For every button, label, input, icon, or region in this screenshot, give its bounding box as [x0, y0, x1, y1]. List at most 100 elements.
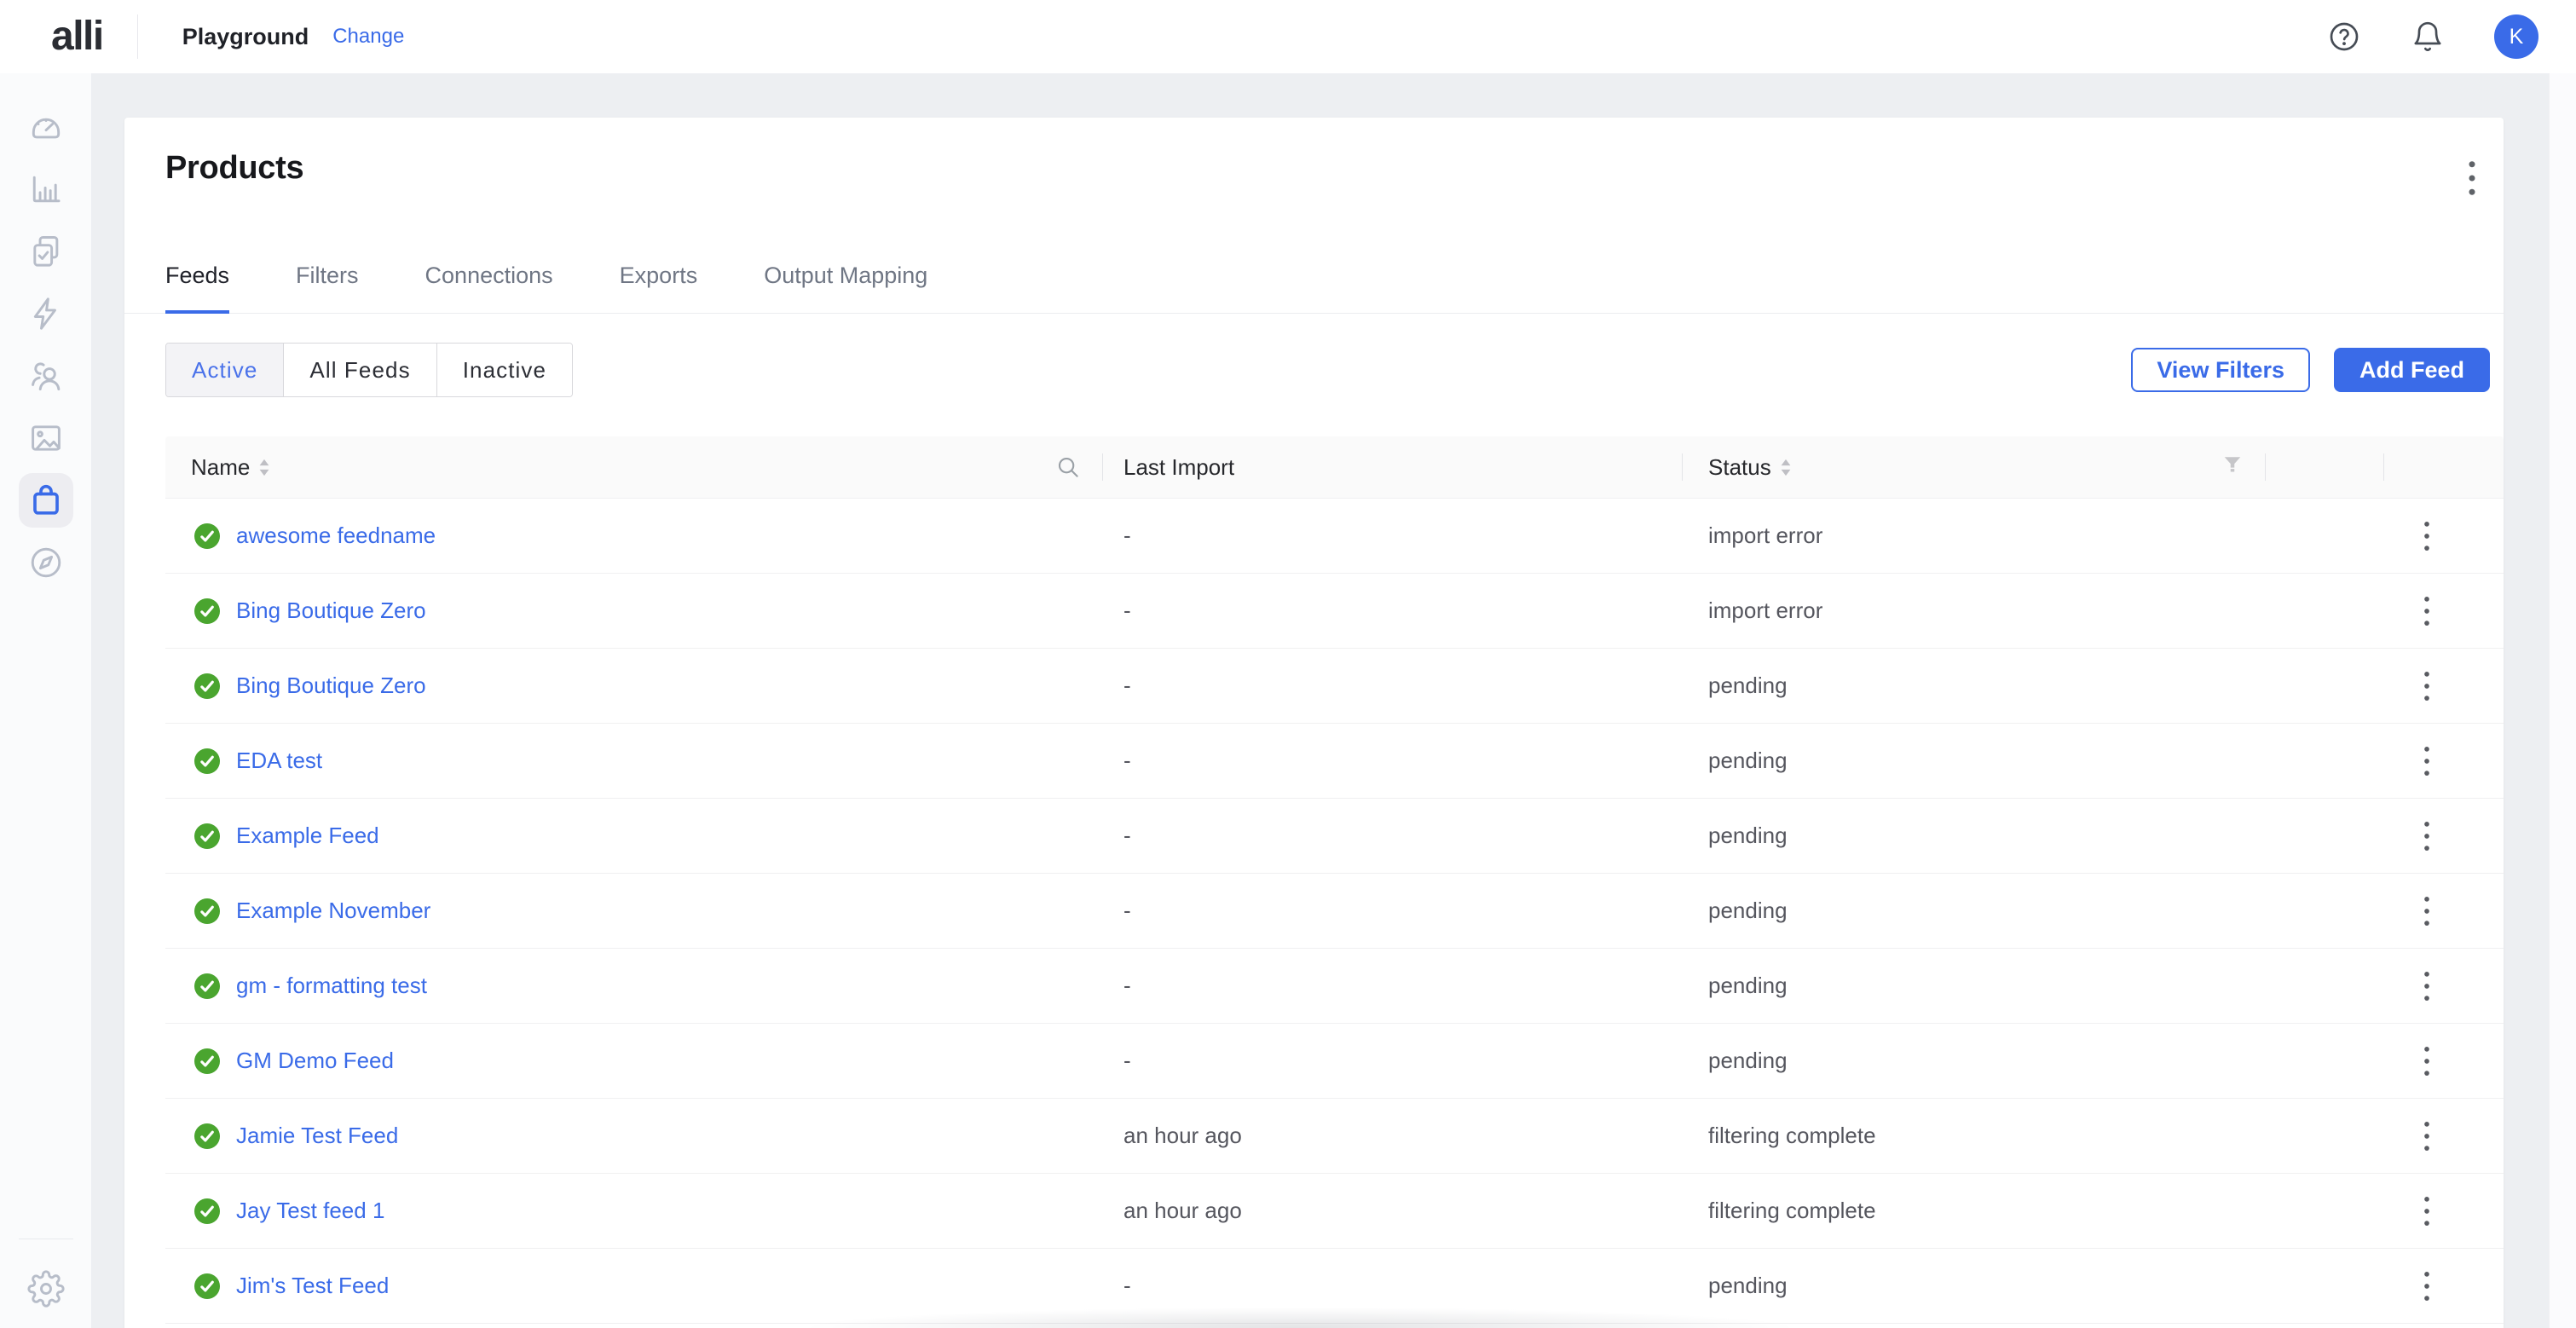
row-menu-kebab-icon[interactable]: [2409, 737, 2445, 785]
scope-active-button[interactable]: Active: [166, 344, 283, 396]
feed-last-import: -: [1103, 973, 1683, 999]
row-menu-kebab-icon[interactable]: [2409, 962, 2445, 1010]
feed-status-check-icon: [192, 821, 222, 852]
feed-name-link[interactable]: Jay Test feed 1: [236, 1198, 384, 1224]
sidebar-item-settings[interactable]: [20, 1263, 72, 1314]
feed-scope-segmented: Active All Feeds Inactive: [165, 343, 573, 397]
dashboard-gauge-icon: [27, 108, 65, 146]
page-menu-kebab-icon[interactable]: [2454, 150, 2490, 206]
name-column-label: Name: [191, 454, 250, 481]
sidebar-item-insights[interactable]: [14, 531, 77, 593]
row-menu-kebab-icon[interactable]: [2409, 887, 2445, 935]
status-filter-funnel-icon[interactable]: [2220, 452, 2245, 483]
table-row[interactable]: awesome feedname - import error: [165, 499, 2504, 574]
row-menu-kebab-icon[interactable]: [2409, 512, 2445, 560]
row-menu-kebab-icon[interactable]: [2409, 1037, 2445, 1085]
products-card: Products Feeds Filters Connections Expor…: [124, 118, 2504, 1328]
feed-status: filtering complete: [1683, 1123, 2266, 1149]
products-bag-icon: [27, 482, 65, 519]
feed-last-import: -: [1103, 1273, 1683, 1299]
last-import-column-label: Last Import: [1123, 454, 1234, 481]
feed-name-link[interactable]: Bing Boutique Zero: [236, 598, 426, 624]
scrollbar[interactable]: [2549, 73, 2576, 1328]
feed-status: import error: [1683, 523, 2266, 549]
status-column-label: Status: [1708, 454, 1771, 481]
table-row[interactable]: EDA test - pending: [165, 724, 2504, 799]
table-row[interactable]: Jamie Test Feed an hour ago filtering co…: [165, 1099, 2504, 1174]
row-menu-kebab-icon[interactable]: [2409, 1112, 2445, 1160]
sidebar-item-dashboard[interactable]: [14, 95, 77, 158]
tab-filters[interactable]: Filters: [296, 263, 359, 314]
feed-last-import: -: [1103, 598, 1683, 624]
row-menu-kebab-icon[interactable]: [2409, 587, 2445, 635]
tab-output-mapping[interactable]: Output Mapping: [764, 263, 927, 314]
feed-last-import: -: [1103, 523, 1683, 549]
feed-status: pending: [1683, 973, 2266, 999]
feed-name-link[interactable]: Example Feed: [236, 823, 379, 849]
user-avatar[interactable]: K: [2494, 14, 2538, 59]
feed-status-check-icon: [192, 1046, 222, 1077]
table-row[interactable]: Bing Boutique Zero - pending: [165, 649, 2504, 724]
tab-connections[interactable]: Connections: [425, 263, 553, 314]
feed-status: pending: [1683, 898, 2266, 924]
feed-name-link[interactable]: GM Demo Feed: [236, 1048, 394, 1074]
column-header-last-import: Last Import: [1103, 436, 1683, 498]
sidebar-item-analytics[interactable]: [14, 158, 77, 220]
feed-name-link[interactable]: Jim's Test Feed: [236, 1273, 389, 1299]
table-row[interactable]: Jim's Test Feed - pending: [165, 1249, 2504, 1324]
feed-name-link[interactable]: EDA test: [236, 748, 322, 774]
table-row[interactable]: Jay Test feed 1 an hour ago filtering co…: [165, 1174, 2504, 1249]
feed-name-link[interactable]: Example November: [236, 898, 430, 924]
sidebar-item-creative[interactable]: [14, 407, 77, 469]
row-menu-kebab-icon[interactable]: [2409, 1262, 2445, 1310]
sidebar-item-audiences[interactable]: [14, 344, 77, 407]
scope-inactive-button[interactable]: Inactive: [436, 344, 572, 396]
change-workspace-link[interactable]: Change: [332, 25, 404, 49]
feed-last-import: -: [1103, 748, 1683, 774]
column-header-status[interactable]: Status: [1683, 436, 2266, 498]
name-search-icon[interactable]: [1055, 454, 1081, 480]
view-filters-button[interactable]: View Filters: [2131, 348, 2310, 392]
feed-last-import: -: [1103, 823, 1683, 849]
alli-logo[interactable]: alli: [51, 16, 103, 57]
topbar-divider: [137, 14, 138, 59]
feed-last-import: an hour ago: [1103, 1198, 1683, 1224]
feed-status-check-icon: [192, 896, 222, 927]
feed-status: import error: [1683, 598, 2266, 624]
audiences-users-icon: [27, 357, 65, 395]
sidebar-item-automation[interactable]: [14, 282, 77, 344]
feeds-table-header: Name Last Import: [165, 436, 2504, 499]
scope-all-feeds-button[interactable]: All Feeds: [283, 344, 436, 396]
table-row[interactable]: gm - formatting test - pending: [165, 949, 2504, 1024]
feed-status-check-icon: [192, 746, 222, 777]
row-menu-kebab-icon[interactable]: [2409, 662, 2445, 710]
sidebar-item-products[interactable]: [14, 469, 77, 531]
help-icon[interactable]: [2327, 20, 2361, 54]
feed-last-import: -: [1103, 898, 1683, 924]
notifications-bell-icon[interactable]: [2411, 20, 2445, 54]
feed-last-import: -: [1103, 1048, 1683, 1074]
sort-carets-icon: [1780, 459, 1792, 476]
tab-exports[interactable]: Exports: [620, 263, 698, 314]
feeds-table: Name Last Import: [165, 436, 2504, 1328]
feed-status: filtering complete: [1683, 1198, 2266, 1224]
table-row[interactable]: Example Feed - pending: [165, 799, 2504, 874]
column-header-name[interactable]: Name: [165, 436, 1103, 498]
tab-feeds[interactable]: Feeds: [165, 263, 229, 314]
table-row[interactable]: GM Demo Feed - pending: [165, 1024, 2504, 1099]
table-row[interactable]: Example November - pending: [165, 874, 2504, 949]
table-row[interactable]: Bing Boutique Zero - import error: [165, 574, 2504, 649]
feed-name-link[interactable]: awesome feedname: [236, 523, 436, 549]
creative-image-icon: [27, 419, 65, 457]
feed-name-link[interactable]: Bing Boutique Zero: [236, 673, 426, 699]
feeds-table-body: awesome feedname - import error Bing Bou…: [165, 499, 2504, 1328]
sidebar-item-tasks[interactable]: [14, 220, 77, 282]
feed-name-link[interactable]: Jamie Test Feed: [236, 1123, 398, 1149]
row-menu-kebab-icon[interactable]: [2409, 1187, 2445, 1235]
table-row[interactable]: [165, 1324, 2504, 1328]
row-menu-kebab-icon[interactable]: [2409, 812, 2445, 860]
feed-name-link[interactable]: gm - formatting test: [236, 973, 427, 999]
workspace-name: Playground: [182, 24, 309, 50]
add-feed-button[interactable]: Add Feed: [2334, 348, 2490, 392]
feed-last-import: an hour ago: [1103, 1123, 1683, 1149]
